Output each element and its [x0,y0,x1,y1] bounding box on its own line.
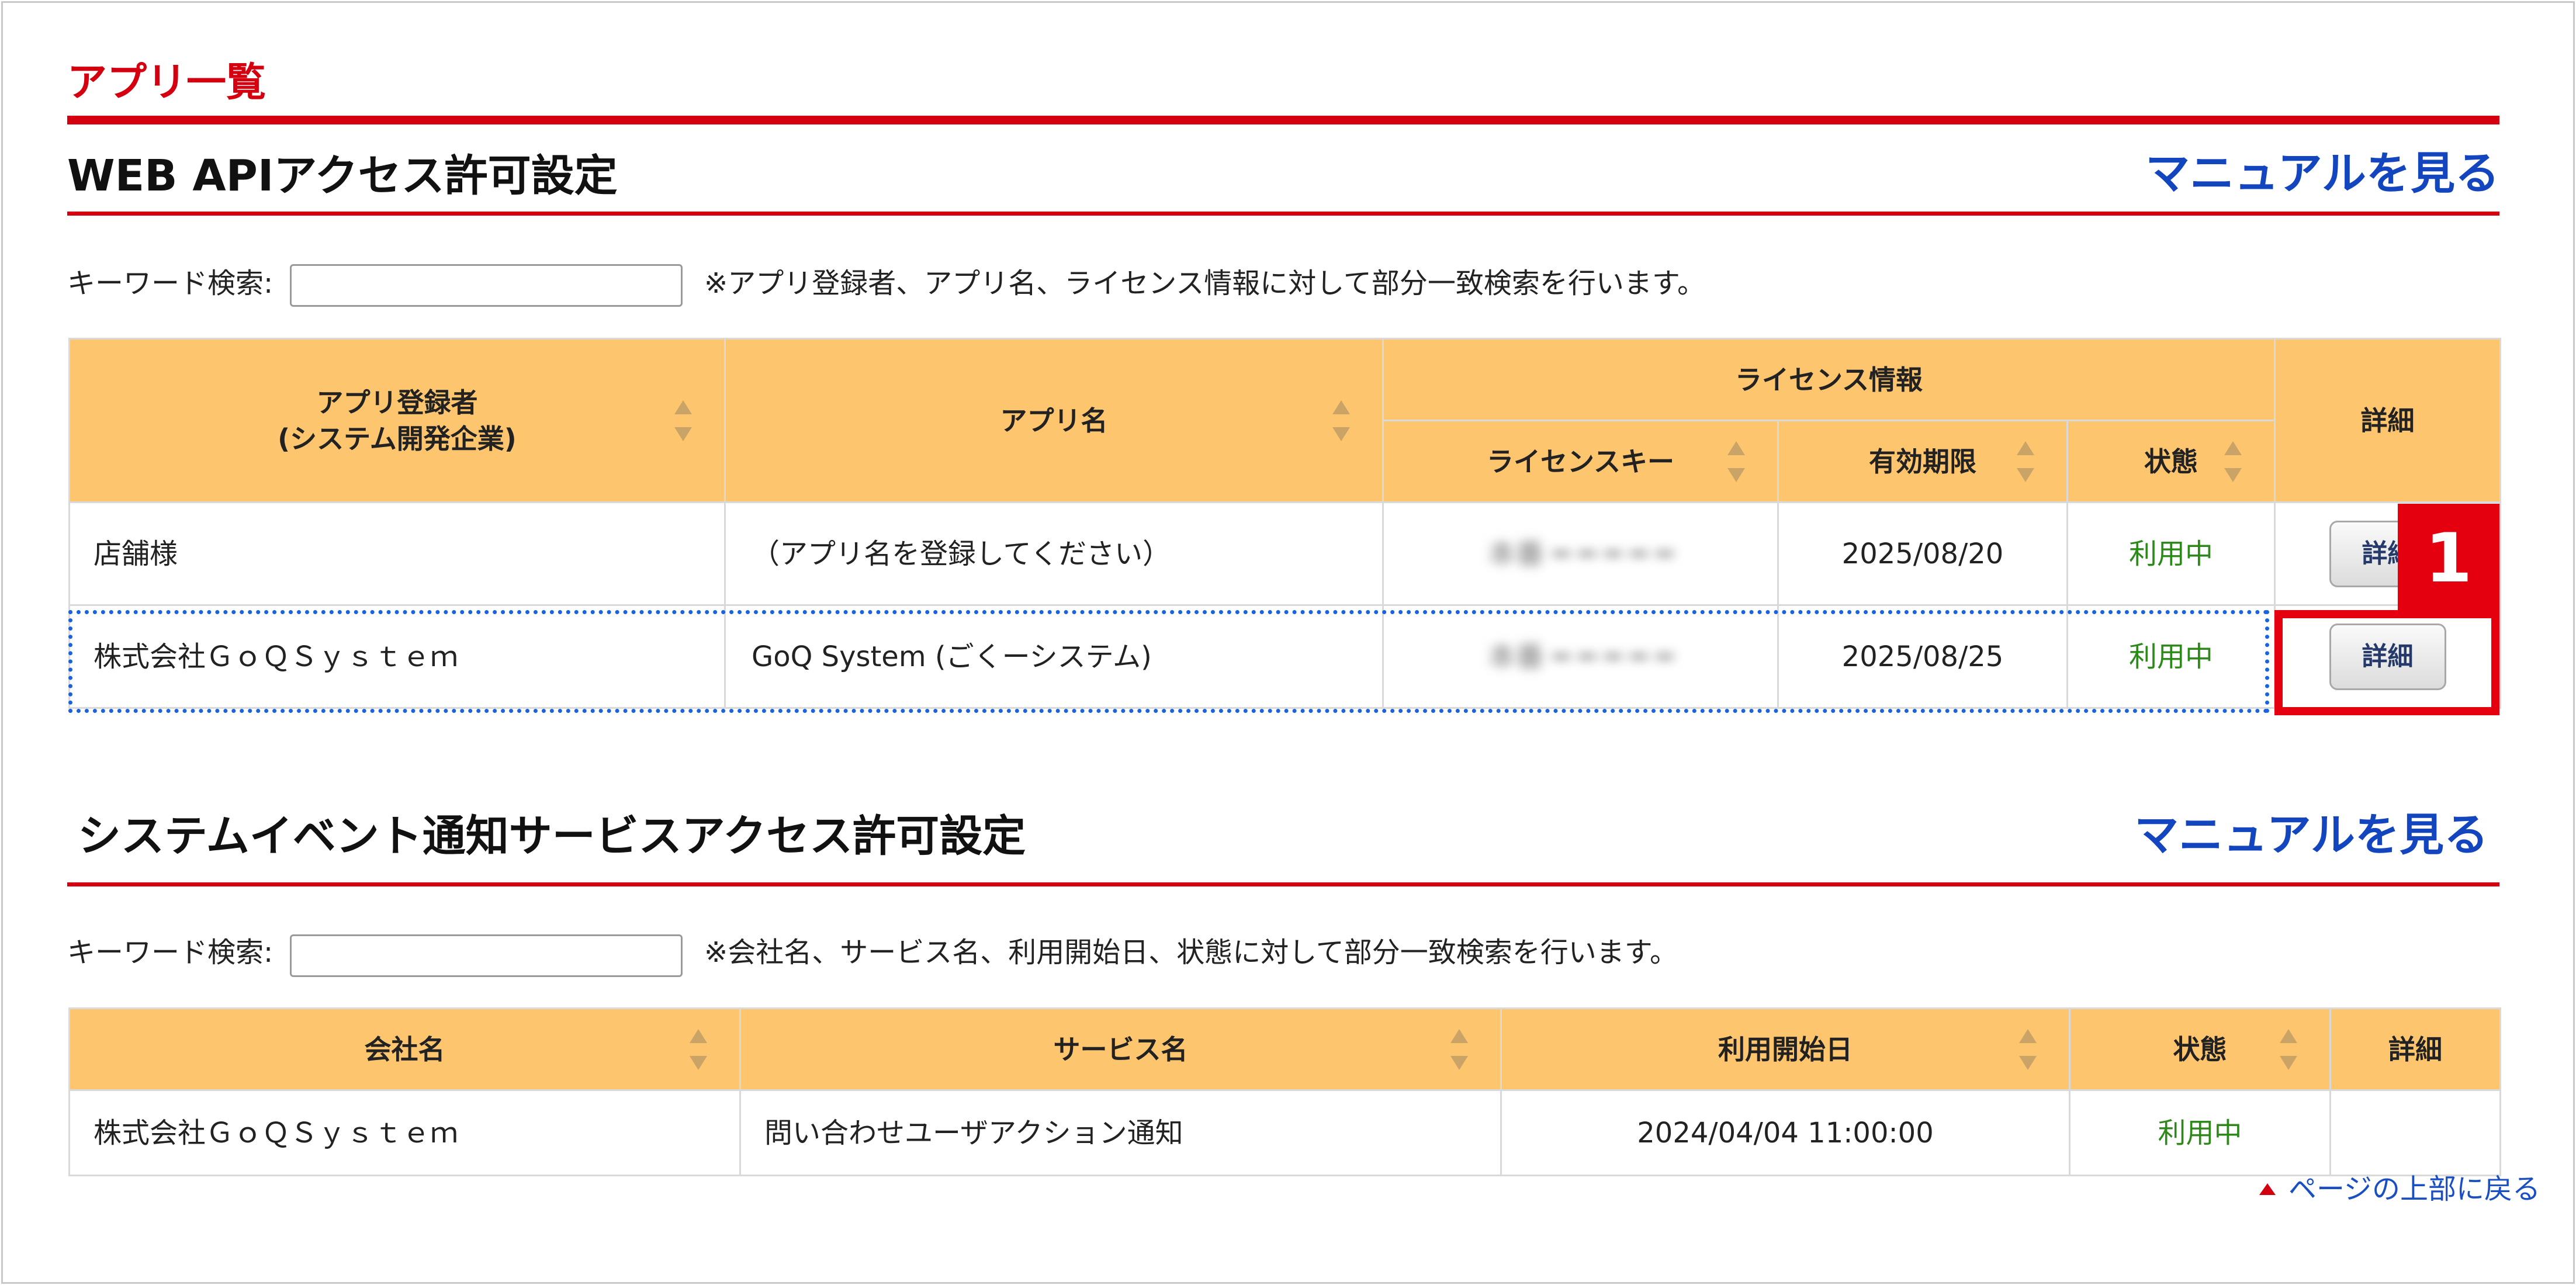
event-manual-link[interactable]: マニュアルを見る [2134,809,2488,861]
col-header-app-name-label: アプリ名 [1000,404,1108,437]
page-title: アプリ一覧 [67,60,266,106]
title-divider [67,116,2499,124]
table-row: 株式会社ＧｏＱＳｙｓｔｅｍ GoQ System (ごくーシステム) 本番 ━ … [68,604,2501,709]
sort-icon[interactable] [2280,1028,2297,1070]
back-to-top-link[interactable]: ページの上部に戻る [2259,1172,2540,1207]
cell-status: 利用中 [2066,501,2276,606]
web-api-keyword-input[interactable] [290,264,683,307]
col-header-service[interactable]: サービス名 [739,1007,1502,1091]
cell-app-name: （アプリ名を登録してください） [724,501,1384,606]
cell-status: 利用中 [2066,604,2276,709]
col-header-status-label: 状態 [2173,1033,2227,1065]
sort-icon[interactable] [2017,441,2034,482]
col-header-license-key-label: ライセンスキー [1486,445,1675,477]
col-header-license-key[interactable]: ライセンスキー [1382,420,1779,503]
cell-expiry: 2025/08/25 [1777,604,2068,709]
back-to-top-label: ページの上部に戻る [2288,1173,2541,1206]
cell-license-key: 本番 ━ ━ ━ ━ ━ [1382,604,1779,709]
web-api-section-divider [67,212,2499,216]
web-api-table: アプリ登録者 (システム開発企業) アプリ名 ライセンス情報 詳細 ライセンスキ… [68,338,2501,709]
col-header-status-label: 状態 [2144,445,2198,477]
web-api-section-title: WEB APIアクセス許可設定 [67,151,618,201]
col-header-company[interactable]: 会社名 [68,1007,741,1091]
sort-icon[interactable] [2019,1028,2037,1070]
col-header-license-info: ライセンス情報 [1382,338,2276,421]
col-header-company-label: 会社名 [364,1033,445,1065]
callout-badge: 1 [2398,504,2499,614]
cell-detail [2329,1089,2501,1176]
col-header-detail: 詳細 [2329,1007,2501,1091]
sort-icon[interactable] [690,1028,707,1070]
detail-button[interactable]: 詳細 [2329,623,2446,690]
web-api-keyword-label: キーワード検索: [67,267,273,300]
license-key-blurred: 本番 ━ ━ ━ ━ ━ [1488,640,1673,673]
col-header-app-name[interactable]: アプリ名 [724,338,1384,503]
event-section-title: システムイベント通知サービスアクセス許可設定 [78,811,1026,861]
cell-app-name: GoQ System (ごくーシステム) [724,604,1384,709]
cell-detail: 詳細 [2274,604,2501,709]
event-keyword-input[interactable] [290,934,683,977]
col-header-detail: 詳細 [2274,338,2501,503]
cell-expiry: 2025/08/20 [1777,501,2068,606]
cell-service: 問い合わせユーザアクション通知 [739,1089,1502,1176]
col-header-registrant-line2: (システム開発企業) [278,422,517,455]
license-key-blurred: 本番 ━ ━ ━ ━ ━ [1488,537,1673,570]
cell-status: 利用中 [2069,1089,2331,1176]
event-table: 会社名 サービス名 利用開始日 状態 詳細 株式会社ＧｏＱＳｙｓｔｅｍ 問い合わ… [68,1007,2501,1176]
col-header-service-label: サービス名 [1053,1033,1188,1065]
cell-company: 株式会社ＧｏＱＳｙｓｔｅｍ [68,1089,741,1176]
table-row: 株式会社ＧｏＱＳｙｓｔｅｍ 問い合わせユーザアクション通知 2024/04/04… [68,1089,2501,1176]
col-header-status[interactable]: 状態 [2069,1007,2331,1091]
event-keyword-note: ※会社名、サービス名、利用開始日、状態に対して部分一致検索を行います。 [704,936,1678,969]
col-header-expiry[interactable]: 有効期限 [1777,420,2068,503]
web-api-keyword-note: ※アプリ登録者、アプリ名、ライセンス情報に対して部分一致検索を行います。 [704,267,1706,300]
col-header-registrant-line1: アプリ登録者 [316,386,478,418]
cell-registrant: 株式会社ＧｏＱＳｙｓｔｅｍ [68,604,726,709]
sort-icon[interactable] [1727,441,1745,482]
cell-license-key: 本番 ━ ━ ━ ━ ━ [1382,501,1779,606]
cell-registrant: 店舗様 [68,501,726,606]
sort-icon[interactable] [674,400,692,441]
triangle-up-icon [2259,1183,2276,1195]
event-section-divider [67,882,2499,886]
web-api-manual-link[interactable]: マニュアルを見る [2145,147,2499,200]
table-row: 店舗様 （アプリ名を登録してください） 本番 ━ ━ ━ ━ ━ 2025/08… [68,501,2501,606]
col-header-start-date-label: 利用開始日 [1718,1033,1853,1065]
col-header-status[interactable]: 状態 [2066,420,2276,503]
sort-icon[interactable] [2224,441,2242,482]
cell-start-date: 2024/04/04 11:00:00 [1500,1089,2071,1176]
sort-icon[interactable] [1332,400,1350,441]
col-header-start-date[interactable]: 利用開始日 [1500,1007,2071,1091]
event-keyword-label: キーワード検索: [67,936,273,969]
col-header-expiry-label: 有効期限 [1869,445,1976,477]
col-header-registrant[interactable]: アプリ登録者 (システム開発企業) [68,338,726,503]
sort-icon[interactable] [1450,1028,1468,1070]
